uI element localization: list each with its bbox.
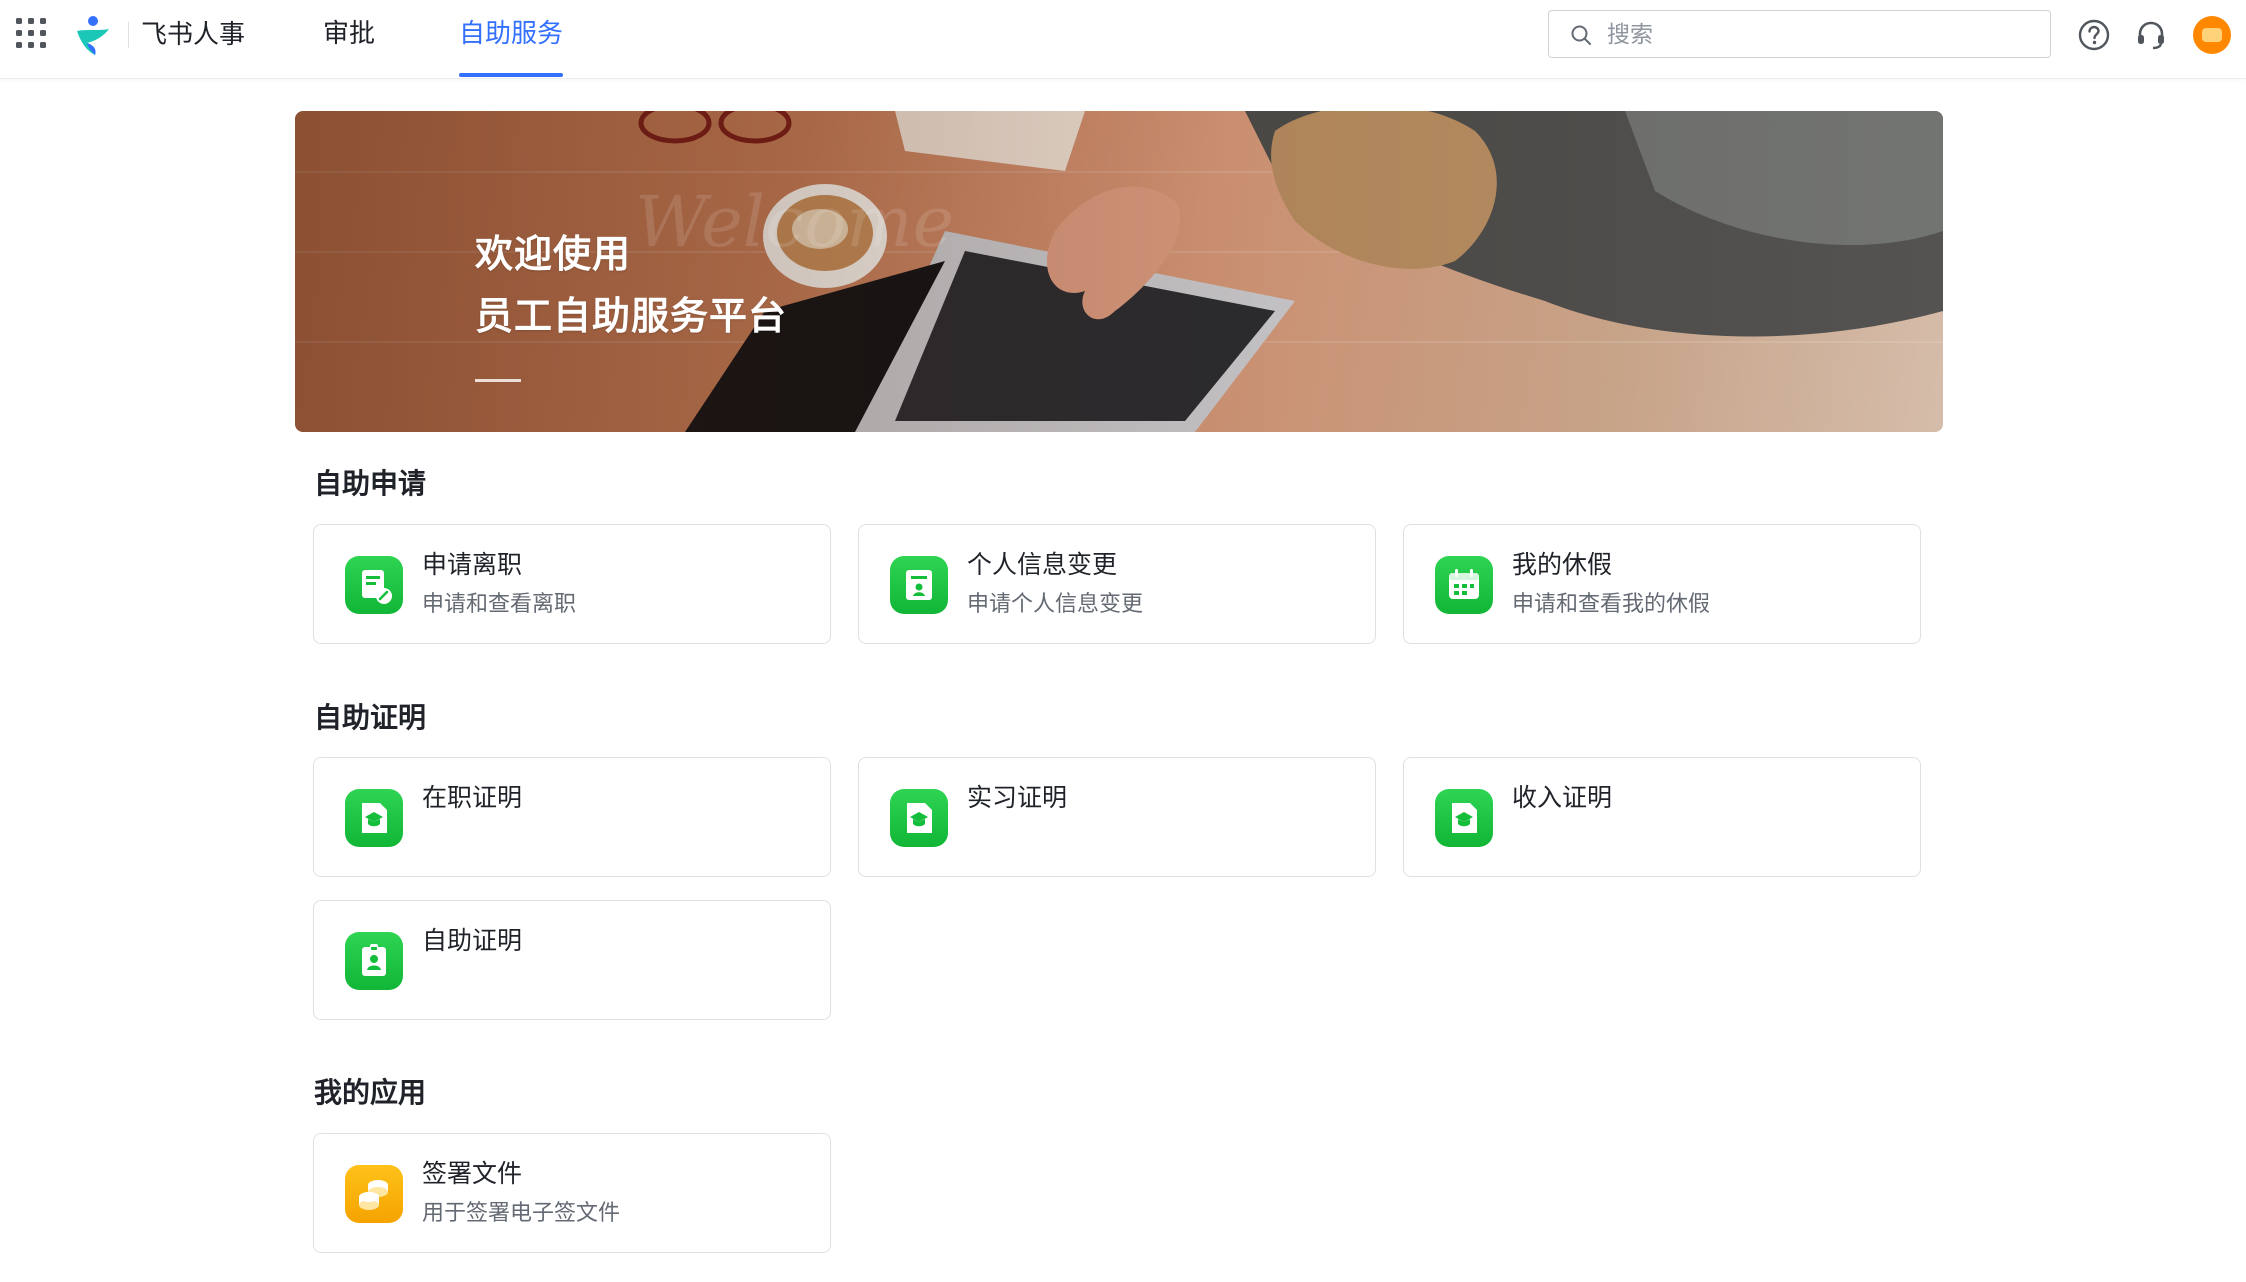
profile-doc-icon xyxy=(890,556,948,614)
card-title: 收入证明 xyxy=(1512,783,1613,812)
banner-dash-decoration xyxy=(475,379,521,382)
card-description: 申请个人信息变更 xyxy=(967,592,1144,617)
card-resign-apply[interactable]: 申请离职 申请和查看离职 xyxy=(313,524,831,644)
coins-icon xyxy=(345,1165,403,1223)
tab-self-service[interactable]: 自助服务 xyxy=(459,15,563,53)
card-title: 自助证明 xyxy=(422,926,523,955)
active-tab-indicator xyxy=(459,73,563,77)
certificate-icon xyxy=(345,789,403,847)
tab-approval[interactable]: 审批 xyxy=(323,15,375,53)
card-internship-certificate[interactable]: 实习证明 xyxy=(858,757,1376,877)
search-box[interactable] xyxy=(1548,10,2051,58)
card-title: 申请离职 xyxy=(422,550,523,579)
card-description: 用于签署电子签文件 xyxy=(422,1201,621,1226)
header-divider xyxy=(128,22,129,48)
card-title: 在职证明 xyxy=(422,783,523,812)
card-title: 实习证明 xyxy=(967,783,1068,812)
banner-title-line2: 员工自助服务平台 xyxy=(475,294,788,338)
app-title: 飞书人事 xyxy=(141,20,246,50)
headset-icon[interactable] xyxy=(2133,17,2169,53)
search-input[interactable] xyxy=(1605,17,2029,53)
section-title-self-apply: 自助申请 xyxy=(314,467,427,500)
search-icon xyxy=(1571,25,1591,45)
card-self-certificate[interactable]: 自助证明 xyxy=(313,900,831,1020)
banner-ghost-text: Welcome xyxy=(635,181,955,263)
apps-grid-icon[interactable] xyxy=(16,18,50,52)
card-title: 签署文件 xyxy=(422,1159,523,1188)
resign-doc-icon xyxy=(345,556,403,614)
avatar[interactable] xyxy=(2193,16,2231,54)
section-title-my-apps: 我的应用 xyxy=(314,1076,427,1109)
card-description: 申请和查看我的休假 xyxy=(1512,592,1711,617)
card-sign-documents[interactable]: 签署文件 用于签署电子签文件 xyxy=(313,1133,831,1253)
feishu-people-logo[interactable] xyxy=(73,15,113,57)
help-icon[interactable] xyxy=(2076,17,2112,53)
card-my-leave[interactable]: 我的休假 申请和查看我的休假 xyxy=(1403,524,1921,644)
section-title-self-certificate: 自助证明 xyxy=(314,701,427,734)
banner-title-line1: 欢迎使用 xyxy=(475,232,632,276)
id-badge-icon xyxy=(345,932,403,990)
card-title: 我的休假 xyxy=(1512,550,1613,579)
calendar-icon xyxy=(1435,556,1493,614)
card-income-certificate[interactable]: 收入证明 xyxy=(1403,757,1921,877)
card-profile-change[interactable]: 个人信息变更 申请个人信息变更 xyxy=(858,524,1376,644)
welcome-banner: Welcome 欢迎使用 员工自助服务平台 xyxy=(295,111,1943,432)
certificate-icon xyxy=(1435,789,1493,847)
card-employment-certificate[interactable]: 在职证明 xyxy=(313,757,831,877)
card-description: 申请和查看离职 xyxy=(422,592,577,617)
card-title: 个人信息变更 xyxy=(967,550,1118,579)
certificate-icon xyxy=(890,789,948,847)
top-bar: 飞书人事 审批 自助服务 xyxy=(0,0,2246,79)
